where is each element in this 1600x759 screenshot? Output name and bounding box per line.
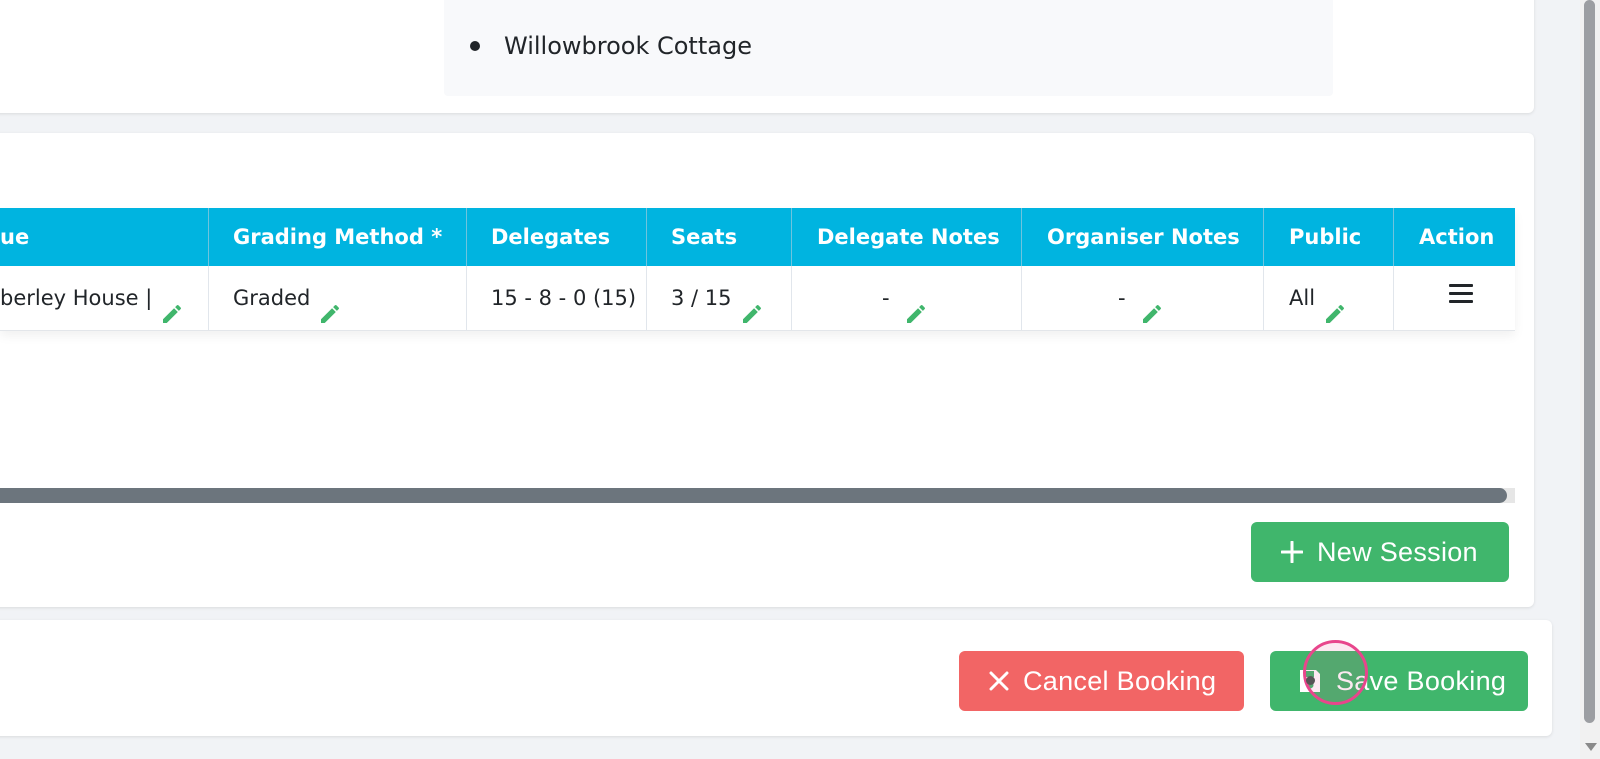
header-venue: ue [0,225,30,249]
cell-organiser-notes: - [1118,266,1164,330]
cell-public: All [1289,266,1347,330]
bullet-icon [470,41,480,51]
delegates-value: 15 - 8 - 0 (15) [491,286,637,310]
pencil-icon[interactable] [1140,287,1164,323]
cell-grading-method: Graded [233,266,342,330]
header-delegates: Delegates [491,225,611,249]
cell-seats: 3 / 15 [671,266,764,330]
column-divider [1393,208,1394,330]
venue-list-box: Willowbrook Cottage [444,0,1333,96]
click-indicator [1303,640,1368,705]
venue-value: berley House | [0,286,153,310]
close-icon [989,671,1009,691]
column-divider [208,208,209,330]
column-divider [1263,208,1264,330]
column-divider [791,208,792,330]
cancel-booking-label: Cancel Booking [1023,665,1217,696]
header-public: Public [1289,225,1362,249]
column-divider [646,208,647,330]
venue-name: Willowbrook Cottage [504,32,752,60]
plus-icon [1281,541,1303,563]
hamburger-menu-icon[interactable] [1449,284,1473,304]
cell-delegates: 15 - 8 - 0 (15) [491,266,636,330]
cell-venue: berley House | [0,266,184,330]
header-grading-method: Grading Method * [233,225,443,249]
seats-value: 3 / 15 [671,286,732,310]
cursor-dot [1306,676,1315,685]
header-seats: Seats [671,225,738,249]
organiser-notes-value: - [1118,286,1126,310]
vertical-scrollbar-thumb[interactable] [1584,0,1595,723]
delegate-notes-value: - [882,286,890,310]
column-divider [466,208,467,330]
pencil-icon[interactable] [740,287,764,323]
new-session-button[interactable]: New Session [1251,522,1509,582]
grading-method-value: Graded [233,286,311,310]
pencil-icon[interactable] [160,287,184,323]
table-header-row [0,208,1515,266]
pencil-icon[interactable] [318,287,342,323]
header-delegate-notes: Delegate Notes [817,225,1000,249]
horizontal-scrollbar-thumb[interactable] [0,488,1507,503]
scroll-down-arrow-icon[interactable] [1585,743,1597,751]
sessions-table: ue Grading Method * Delegates Seats Dele… [0,208,1515,331]
new-session-label: New Session [1317,536,1478,567]
header-action: Action [1419,225,1495,249]
header-organiser-notes: Organiser Notes [1047,225,1240,249]
pencil-icon[interactable] [904,287,928,323]
pencil-icon[interactable] [1323,287,1347,323]
cell-delegate-notes: - [882,266,928,330]
public-value: All [1289,286,1316,310]
column-divider [1021,208,1022,330]
cancel-booking-button[interactable]: Cancel Booking [959,651,1244,711]
